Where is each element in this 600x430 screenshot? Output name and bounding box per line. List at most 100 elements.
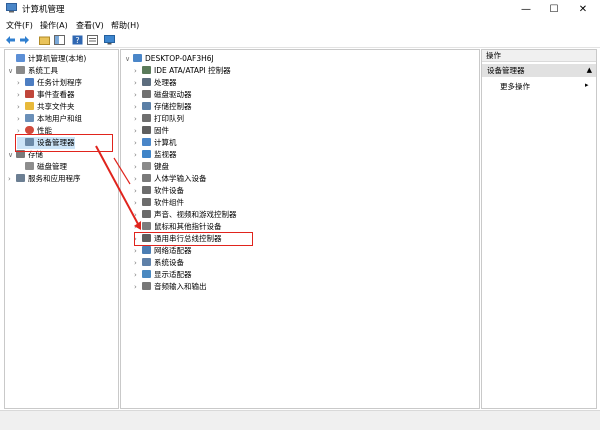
- chevron-right-icon[interactable]: ›: [134, 257, 142, 269]
- computer-icon: [16, 54, 25, 62]
- device-category[interactable]: › 人体学输入设备: [134, 173, 207, 185]
- maximize-button[interactable]: ☐: [540, 0, 568, 18]
- services-icon: [16, 174, 25, 182]
- forward-arrow-icon[interactable]: [19, 35, 30, 45]
- device-category-label: 软件组件: [154, 198, 184, 207]
- device-category-label: 计算机: [154, 138, 177, 147]
- device-category[interactable]: › 计算机: [134, 137, 177, 149]
- chevron-right-icon[interactable]: ›: [134, 125, 142, 137]
- more-actions-arrow-icon[interactable]: ▸: [585, 81, 589, 89]
- chevron-right-icon[interactable]: ›: [134, 197, 142, 209]
- collapse-arrow-icon[interactable]: ▲: [587, 64, 592, 77]
- device-category-label: IDE ATA/ATAPI 控制器: [154, 66, 231, 75]
- chevron-right-icon: ›: [17, 115, 20, 123]
- chevron-right-icon[interactable]: ›: [134, 149, 142, 161]
- clock-icon: [25, 78, 34, 86]
- software-component-icon: [142, 198, 151, 206]
- device-category-label: 网络适配器: [154, 246, 192, 255]
- actions-pane: 操作 设备管理器 ▲ 更多操作 ▸: [481, 49, 597, 409]
- device-category[interactable]: › IDE ATA/ATAPI 控制器: [134, 65, 231, 77]
- chevron-right-icon[interactable]: ›: [134, 269, 142, 281]
- device-category-label: 打印队列: [154, 114, 184, 123]
- device-category-label: 鼠标和其他指针设备: [154, 222, 222, 231]
- chevron-right-icon[interactable]: ›: [134, 173, 142, 185]
- computer-management-icon: [6, 3, 17, 13]
- monitor-icon[interactable]: [104, 35, 115, 45]
- menu-view[interactable]: 查看(V): [76, 20, 104, 31]
- device-category[interactable]: › 音频输入和输出: [134, 281, 207, 293]
- toolbar: ?: [0, 33, 600, 48]
- device-category[interactable]: › 打印队列: [134, 113, 184, 125]
- cpu-icon: [142, 78, 151, 86]
- tree-item-computer-management[interactable]: 计算机管理(本地): [8, 53, 86, 65]
- menu-action[interactable]: 操作(A): [40, 20, 68, 31]
- menu-bar: 文件(F) 操作(A) 查看(V) 帮助(H): [0, 18, 600, 33]
- device-category[interactable]: › 键盘: [134, 161, 169, 173]
- chevron-right-icon[interactable]: ›: [134, 137, 142, 149]
- mouse-icon: [142, 222, 151, 230]
- users-icon: [25, 114, 34, 122]
- chevron-down-icon: ∨: [8, 67, 14, 75]
- device-category-label: 键盘: [154, 162, 169, 171]
- device-category[interactable]: › 软件组件: [134, 197, 184, 209]
- device-category[interactable]: › 监视器: [134, 149, 177, 161]
- device-root[interactable]: ∨ DESKTOP-0AF3H6J: [125, 53, 214, 65]
- tree-item-local-users[interactable]: › 本地用户和组: [17, 113, 82, 125]
- chevron-right-icon[interactable]: ›: [134, 77, 142, 89]
- device-category[interactable]: › 存储控制器: [134, 101, 192, 113]
- monitor-icon: [142, 150, 151, 158]
- device-category-label: 人体学输入设备: [154, 174, 207, 183]
- device-category[interactable]: › 软件设备: [134, 185, 184, 197]
- svg-text:?: ?: [75, 36, 79, 45]
- system-device-icon: [142, 258, 151, 266]
- tree-item-system-tools[interactable]: ∨ 系统工具: [8, 65, 58, 77]
- chevron-right-icon[interactable]: ›: [134, 209, 142, 221]
- chevron-right-icon[interactable]: ›: [134, 89, 142, 101]
- folder-icon: [25, 102, 34, 110]
- tree-item-task-scheduler[interactable]: › 任务计划程序: [17, 77, 82, 89]
- device-category[interactable]: › 固件: [134, 125, 169, 137]
- chevron-right-icon[interactable]: ›: [134, 281, 142, 293]
- device-category[interactable]: › 显示适配器: [134, 269, 192, 281]
- tree-item-disk-management[interactable]: 磁盘管理: [17, 161, 67, 173]
- performance-icon: [25, 126, 34, 134]
- actions-device-manager[interactable]: 设备管理器 ▲: [482, 64, 596, 77]
- device-category-label: 存储控制器: [154, 102, 192, 111]
- chevron-right-icon: ›: [17, 79, 20, 87]
- close-button[interactable]: ✕: [569, 0, 597, 18]
- chevron-right-icon[interactable]: ›: [134, 185, 142, 197]
- show-hide-tree-icon[interactable]: [54, 35, 65, 45]
- help-icon[interactable]: ?: [72, 35, 83, 45]
- chevron-right-icon[interactable]: ›: [134, 113, 142, 125]
- tools-icon: [16, 66, 25, 74]
- more-actions[interactable]: 更多操作: [500, 81, 530, 92]
- chevron-right-icon[interactable]: ›: [134, 101, 142, 113]
- chevron-right-icon[interactable]: ›: [134, 245, 142, 257]
- back-arrow-icon[interactable]: [5, 35, 16, 45]
- window-title: 计算机管理: [22, 5, 65, 15]
- chevron-right-icon[interactable]: ›: [134, 161, 142, 173]
- device-category-label: 声音、视频和游戏控制器: [154, 210, 237, 219]
- device-category[interactable]: › 磁盘驱动器: [134, 89, 192, 101]
- menu-file[interactable]: 文件(F): [6, 20, 33, 31]
- actions-header: 操作: [482, 50, 596, 62]
- storage-controller-icon: [142, 102, 151, 110]
- firmware-icon: [142, 126, 151, 134]
- device-category[interactable]: › 系统设备: [134, 257, 184, 269]
- menu-help[interactable]: 帮助(H): [111, 20, 139, 31]
- device-category-label: 音频输入和输出: [154, 282, 207, 291]
- ide-icon: [142, 66, 151, 74]
- minimize-button[interactable]: —: [512, 0, 540, 18]
- device-category[interactable]: › 声音、视频和游戏控制器: [134, 209, 237, 221]
- tree-item-event-viewer[interactable]: › 事件查看器: [17, 89, 75, 101]
- chevron-right-icon[interactable]: ›: [134, 65, 142, 77]
- up-folder-icon[interactable]: [39, 35, 50, 45]
- tree-item-services-apps[interactable]: › 服务和应用程序: [8, 173, 81, 185]
- status-bar: [0, 410, 600, 430]
- device-category[interactable]: › 网络适配器: [134, 245, 192, 257]
- device-tree-pane: ∨ DESKTOP-0AF3H6J › IDE ATA/ATAPI 控制器 › 处理器 ›…: [120, 49, 480, 409]
- properties-icon[interactable]: [87, 35, 98, 45]
- device-category[interactable]: › 处理器: [134, 77, 177, 89]
- device-category-label: 系统设备: [154, 258, 184, 267]
- tree-item-shared-folders[interactable]: › 共享文件夹: [17, 101, 75, 113]
